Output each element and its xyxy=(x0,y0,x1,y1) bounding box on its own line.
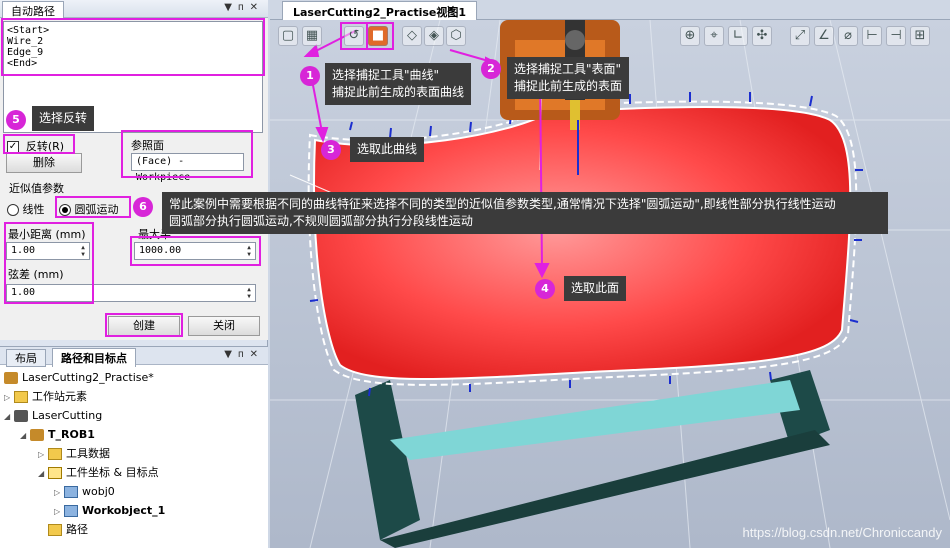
linear-label[interactable]: 线性 xyxy=(23,203,45,216)
left-dock: 自动路径 ▼ᴨ✕ <Start> Wire_2 Edge_9 <End> ✓ 反… xyxy=(0,0,268,548)
linear-radio[interactable] xyxy=(7,204,19,216)
highlight-ref-surface xyxy=(121,130,253,178)
delete-button[interactable]: 删除 xyxy=(6,153,82,173)
tree-item-label: LaserCutting xyxy=(32,409,103,422)
measure-clear-icon[interactable]: ⊞ xyxy=(910,26,930,46)
expand-icon[interactable]: ▷ xyxy=(38,446,48,464)
auto-path-title[interactable]: 自动路径 xyxy=(2,1,64,18)
panel-controls[interactable]: ▼ᴨ✕ xyxy=(224,2,264,13)
snap-assembly-icon[interactable]: ⬡ xyxy=(446,26,466,46)
expand-icon[interactable]: ▷ xyxy=(4,389,14,407)
highlight-arc-option xyxy=(55,196,131,218)
option-linear[interactable]: 线性 xyxy=(7,201,45,217)
tree-item-paths[interactable]: 路径 xyxy=(48,521,88,539)
highlight-reverse xyxy=(3,134,75,154)
measure-point-icon[interactable]: ⊣ xyxy=(886,26,906,46)
highlight-surface-tool xyxy=(366,22,394,50)
snap-angle-icon[interactable]: ✣ xyxy=(752,26,772,46)
tree-item-wobj0[interactable]: ▷ wobj0 xyxy=(54,483,115,501)
tree-item-label: wobj0 xyxy=(82,485,115,498)
controller-icon xyxy=(14,410,28,422)
tree-item-label: 路径 xyxy=(66,523,88,536)
tab-layout[interactable]: 布局 xyxy=(6,349,46,367)
highlight-max-radius xyxy=(130,236,261,266)
3d-viewport[interactable]: LaserCutting2_Practise视图1 ✕ ▢ ▦ ↺ ■ ◇ ◈ … xyxy=(270,0,950,548)
measure-angle-icon[interactable]: ∠ xyxy=(814,26,834,46)
tab-paths-targets[interactable]: 路径和目标点 xyxy=(52,348,136,367)
station-icon xyxy=(4,372,18,384)
tree-item-workobject1[interactable]: ▷ Workobject_1 xyxy=(54,502,165,520)
tree-item-station-elements[interactable]: ▷ 工作站元素 xyxy=(4,388,87,406)
tree-item-station[interactable]: LaserCutting2_Practise* xyxy=(4,369,154,387)
snap-part-icon[interactable]: ◈ xyxy=(424,26,444,46)
tree-item-controller[interactable]: ◢ LaserCutting xyxy=(4,407,102,425)
tree-item-wobj-targets[interactable]: ◢ 工件坐标 & 目标点 xyxy=(38,464,159,482)
highlight-curve-tool xyxy=(340,22,368,50)
scene-graphic xyxy=(270,19,950,548)
expand-icon[interactable]: ▷ xyxy=(54,503,64,521)
measure-diameter-icon[interactable]: ⌀ xyxy=(838,26,858,46)
tree-item-label: LaserCutting2_Practise* xyxy=(22,371,154,384)
workpiece-surface[interactable] xyxy=(313,106,852,381)
collapse-icon[interactable]: ◢ xyxy=(38,465,48,483)
snap-toolbar: ▢ ▦ ↺ ■ ◇ ◈ ⬡ ⊕ ⌖ ∟ ✣ ⤢ ∠ ⌀ ⊢ ⊣ ⊞ xyxy=(278,22,946,50)
task-icon xyxy=(30,429,44,441)
tree-item-label: 工作站元素 xyxy=(32,390,87,403)
close-button[interactable]: 关闭 xyxy=(188,316,260,336)
tooldata-icon xyxy=(48,448,62,460)
watermark: https://blog.csdn.net/Chroniccandy xyxy=(742,525,942,540)
measure-distance-icon[interactable]: ⤢ xyxy=(790,26,810,46)
tree-item-label: 工具数据 xyxy=(66,447,110,460)
close-icon[interactable]: ✕ xyxy=(250,2,264,13)
spinner-icon[interactable]: ▲ ▼ xyxy=(244,286,254,300)
dropdown-icon[interactable]: ▼ xyxy=(224,349,238,360)
tree-item-tooldata[interactable]: ▷ 工具数据 xyxy=(38,445,110,463)
panel-controls[interactable]: ▼ᴨ✕ xyxy=(224,349,264,360)
tree-item-label: 工件坐标 & 目标点 xyxy=(66,466,159,479)
close-icon[interactable]: ✕ xyxy=(250,349,264,360)
highlight-path-list xyxy=(1,18,265,76)
auto-path-panel: 自动路径 ▼ᴨ✕ <Start> Wire_2 Edge_9 <End> ✓ 反… xyxy=(0,0,268,340)
measure-minimum-icon[interactable]: ⊢ xyxy=(862,26,882,46)
tree-item-task[interactable]: ◢ T_ROB1 xyxy=(20,426,95,444)
frame-icon xyxy=(48,467,62,479)
collapse-icon[interactable]: ◢ xyxy=(4,408,14,426)
snap-body-icon[interactable]: ◇ xyxy=(402,26,422,46)
snap-center-icon[interactable]: ⊕ xyxy=(680,26,700,46)
pin-icon[interactable]: ᴨ xyxy=(238,2,250,13)
expand-icon[interactable]: ▷ xyxy=(54,484,64,502)
tree-item-label: T_ROB1 xyxy=(48,428,95,441)
tree-item-label: Workobject_1 xyxy=(82,504,166,517)
pin-icon[interactable]: ᴨ xyxy=(238,349,250,360)
snap-select-icon[interactable]: ▢ xyxy=(278,26,298,46)
highlight-create xyxy=(105,313,183,337)
dropdown-icon[interactable]: ▼ xyxy=(224,2,238,13)
auto-path-header: 自动路径 ▼ᴨ✕ xyxy=(0,0,268,18)
snap-midpoint-icon[interactable]: ⌖ xyxy=(704,26,724,46)
path-folder-icon xyxy=(48,524,62,536)
snap-edge-icon[interactable]: ∟ xyxy=(728,26,748,46)
tree-header: 布局 路径和目标点 ▼ᴨ✕ xyxy=(0,347,268,367)
collapse-icon[interactable]: ◢ xyxy=(20,427,30,445)
wobj-icon xyxy=(64,486,78,498)
wobj-icon xyxy=(64,505,78,517)
paths-targets-panel: 布局 路径和目标点 ▼ᴨ✕ LaserCutting2_Practise* ▷ 工… xyxy=(0,346,268,548)
snap-grid-icon[interactable]: ▦ xyxy=(302,26,322,46)
highlight-min-distance xyxy=(4,222,94,304)
approx-params-label: 近似值参数 xyxy=(9,182,64,195)
folder-icon xyxy=(14,391,28,403)
